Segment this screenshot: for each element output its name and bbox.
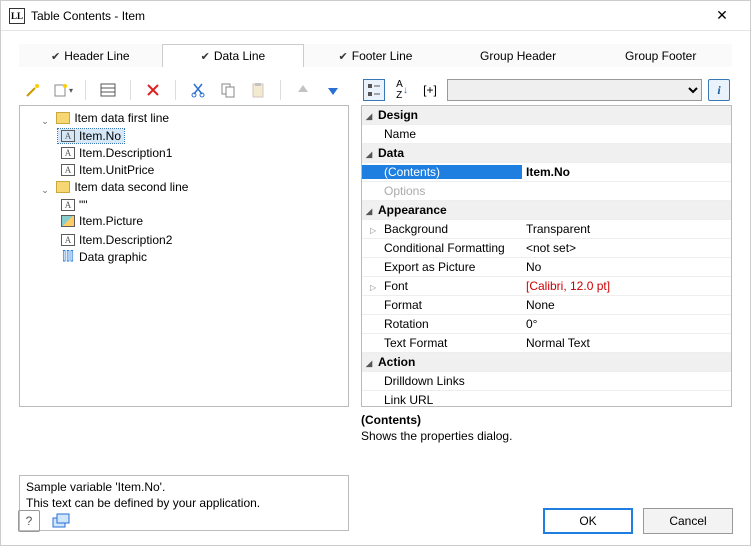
tree-item[interactable]: ⫿⫿⫿Data graphic <box>58 250 150 264</box>
sort-icon[interactable]: AZ↓ <box>391 79 413 101</box>
text-field-icon: A <box>61 130 75 142</box>
tab-data-line[interactable]: ✔Data Line <box>162 44 305 67</box>
categorized-icon[interactable] <box>363 79 385 101</box>
property-help: (Contents) Shows the properties dialog. <box>361 413 732 444</box>
group-data[interactable]: ◢Data <box>362 144 731 163</box>
prop-drilldown[interactable]: Drilldown Links <box>362 372 731 391</box>
property-grid: ◢Design Name ◢Data (Contents)Item.No Opt… <box>361 105 732 407</box>
tab-footer-line[interactable]: ✔Footer Line <box>304 44 447 67</box>
tree-item-selected[interactable]: AItem.No <box>58 129 124 143</box>
group-action[interactable]: ◢Action <box>362 353 731 372</box>
move-up-icon[interactable] <box>293 80 313 100</box>
tree-item[interactable]: AItem.Description1 <box>58 146 175 160</box>
collapse-icon[interactable]: ⌄ <box>40 185 50 196</box>
folder-icon <box>56 181 70 193</box>
tree-item[interactable]: AItem.UnitPrice <box>58 163 157 177</box>
tree-item[interactable]: AItem.Description2 <box>58 233 175 247</box>
chart-field-icon: ⫿⫿⫿ <box>61 251 75 263</box>
group-design[interactable]: ◢Design <box>362 106 731 125</box>
expand-all-icon[interactable]: [+] <box>419 79 441 101</box>
tree-item[interactable]: A"" <box>58 198 91 212</box>
check-icon: ✔ <box>339 50 348 63</box>
tree-item[interactable]: Item.Picture <box>58 214 146 228</box>
check-icon: ✔ <box>201 50 210 63</box>
prop-link-url[interactable]: Link URL <box>362 391 731 407</box>
properties-icon[interactable] <box>98 80 118 100</box>
group-appearance[interactable]: ◢Appearance <box>362 201 731 220</box>
image-field-icon <box>61 215 75 227</box>
layers-icon[interactable] <box>50 510 72 532</box>
wand-icon[interactable] <box>23 80 43 100</box>
tree-group[interactable]: Item data first line <box>53 111 172 125</box>
text-field-icon: A <box>61 199 75 211</box>
property-filter-select[interactable] <box>447 79 702 101</box>
prop-options[interactable]: Options <box>362 182 731 201</box>
prop-export-pic[interactable]: Export as PictureNo <box>362 258 731 277</box>
delete-icon[interactable] <box>143 80 163 100</box>
left-toolbar: ▾ <box>19 75 349 105</box>
prop-background[interactable]: ▷BackgroundTransparent <box>362 220 731 239</box>
prop-text-format[interactable]: Text FormatNormal Text <box>362 334 731 353</box>
copy-icon[interactable] <box>218 80 238 100</box>
tab-group-footer[interactable]: Group Footer <box>589 44 732 67</box>
cut-icon[interactable] <box>188 80 208 100</box>
tab-strip: ✔Header Line ✔Data Line ✔Footer Line Gro… <box>19 43 732 67</box>
prop-rotation[interactable]: Rotation0° <box>362 315 731 334</box>
property-toolbar: AZ↓ [+] i <box>361 75 732 105</box>
text-field-icon: A <box>61 234 75 246</box>
prop-cond-format[interactable]: Conditional Formatting<not set> <box>362 239 731 258</box>
ok-button[interactable]: OK <box>543 508 633 534</box>
prop-contents[interactable]: (Contents)Item.No <box>362 163 731 182</box>
collapse-icon[interactable]: ⌄ <box>40 116 50 127</box>
tab-header-line[interactable]: ✔Header Line <box>19 44 162 67</box>
cancel-button[interactable]: Cancel <box>643 508 733 534</box>
tree-group[interactable]: Item data second line <box>53 180 191 194</box>
close-button[interactable]: ✕ <box>702 7 742 24</box>
info-icon[interactable]: i <box>708 79 730 101</box>
field-tree: ⌄ Item data first line AItem.No AItem.De… <box>19 105 349 407</box>
tab-group-header[interactable]: Group Header <box>447 44 590 67</box>
new-item-icon[interactable]: ▾ <box>53 80 73 100</box>
prop-font[interactable]: ▷Font[Calibri, 12.0 pt] <box>362 277 731 296</box>
prop-format[interactable]: FormatNone <box>362 296 731 315</box>
check-icon: ✔ <box>51 50 60 63</box>
text-field-icon: A <box>61 164 75 176</box>
folder-icon <box>56 112 70 124</box>
move-down-icon[interactable] <box>323 80 343 100</box>
help-button[interactable]: ? <box>18 510 40 532</box>
text-field-icon: A <box>61 147 75 159</box>
prop-name[interactable]: Name <box>362 125 731 144</box>
window-title: Table Contents - Item <box>31 9 702 23</box>
paste-icon[interactable] <box>248 80 268 100</box>
app-logo: LL <box>9 8 25 24</box>
